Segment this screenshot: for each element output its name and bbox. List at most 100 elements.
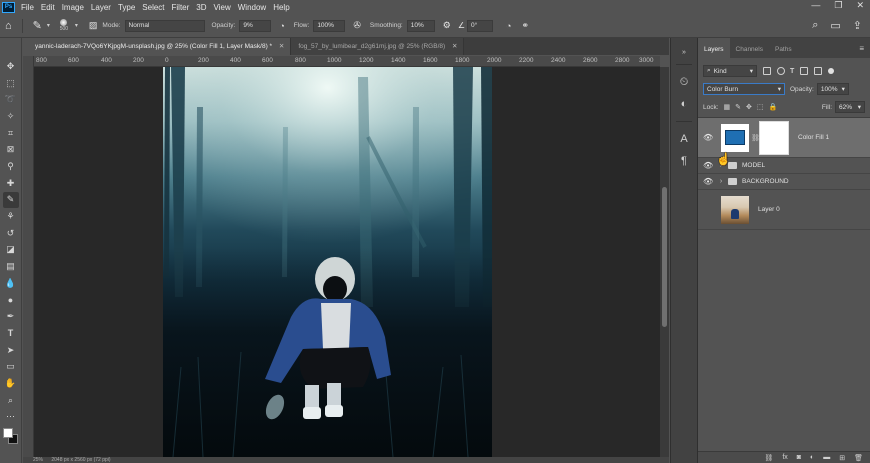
tab-paths[interactable]: Paths (769, 46, 798, 58)
fill-layer-thumbnail[interactable] (721, 123, 749, 152)
trash-icon[interactable]: 🗑 (854, 454, 863, 462)
workspace-icon[interactable]: ▭ (830, 19, 840, 32)
rectangle-tool-icon[interactable]: ▭ (3, 358, 19, 375)
lasso-tool-icon[interactable]: ➰ (3, 91, 19, 108)
airbrush-icon[interactable]: ✇ (353, 20, 361, 31)
canvas-area[interactable] (34, 67, 660, 457)
clone-stamp-tool-icon[interactable]: ⚘ (3, 208, 19, 225)
gradient-tool-icon[interactable]: ▤ (3, 258, 19, 275)
link-layers-icon[interactable]: ⛓ (764, 454, 773, 462)
pixel-filter-icon[interactable] (763, 67, 771, 75)
zoom-level[interactable]: 25% (33, 457, 43, 463)
chain-link-icon[interactable]: ⛓ (751, 134, 760, 142)
lock-image-icon[interactable]: ✎ (735, 103, 741, 111)
brush-tool-icon[interactable]: ✎ (2, 191, 19, 209)
dodge-tool-icon[interactable]: ● (3, 292, 19, 309)
menu-help[interactable]: Help (273, 3, 289, 12)
document-tab[interactable]: fog_57_by_lumibear_d2g61mj.jpg @ 25% (RG… (291, 38, 465, 55)
frame-tool-icon[interactable]: ⊠ (3, 141, 19, 158)
add-mask-icon[interactable]: ◙ (797, 454, 801, 461)
fx-icon[interactable]: fx (782, 454, 787, 461)
lock-artboard-icon[interactable]: ⬚ (757, 103, 764, 111)
eraser-tool-icon[interactable]: ◪ (3, 242, 19, 259)
brush-preset-picker[interactable]: 500 (56, 19, 72, 32)
menu-image[interactable]: Image (62, 3, 84, 12)
zoom-tool-icon[interactable]: ⌕ (3, 392, 19, 409)
chevron-down-icon[interactable]: ▾ (47, 22, 50, 29)
layer-name[interactable]: Layer 0 (758, 206, 780, 213)
type-filter-icon[interactable]: T (790, 68, 794, 75)
adjustments-panel-icon[interactable]: ◐ (675, 95, 693, 113)
gear-icon[interactable]: ⚙ (443, 20, 451, 31)
opacity-input[interactable]: 9% (239, 19, 272, 32)
layer-thumbnail[interactable] (721, 195, 749, 224)
history-panel-icon[interactable]: ⏲ (675, 73, 693, 91)
smoothing-input[interactable]: 10% (406, 19, 435, 32)
menu-3d[interactable]: 3D (196, 3, 206, 12)
layer-opacity-input[interactable]: 100% ▾ (816, 83, 849, 95)
minimize-button[interactable]: — (811, 0, 820, 11)
document-image[interactable] (163, 67, 492, 457)
foreground-color[interactable] (2, 428, 13, 439)
collapse-chevron-icon[interactable]: » (675, 48, 693, 56)
paragraph-panel-icon[interactable]: ¶ (675, 152, 693, 170)
pressure-opacity-icon[interactable]: ◔ (279, 21, 284, 31)
blur-tool-icon[interactable]: 💧 (3, 275, 19, 292)
menu-select[interactable]: Select (142, 3, 164, 12)
document-tab-active[interactable]: yannic-laderach-7VQo6YKjpgM-unsplash.jpg… (28, 38, 292, 55)
shape-filter-icon[interactable] (800, 67, 809, 75)
menu-layer[interactable]: Layer (91, 3, 111, 12)
path-selection-tool-icon[interactable]: ➤ (3, 342, 19, 359)
chevron-right-icon[interactable]: › (716, 178, 726, 185)
edit-toolbar-icon[interactable]: ⋯ (3, 408, 19, 425)
lock-transparent-icon[interactable]: ▦ (724, 103, 731, 111)
home-icon[interactable]: ⌂ (5, 20, 12, 32)
flow-input[interactable]: 100% (313, 19, 346, 32)
healing-brush-tool-icon[interactable]: ✚ (3, 175, 19, 192)
adjustment-filter-icon[interactable] (777, 67, 785, 75)
menu-view[interactable]: View (214, 3, 231, 12)
symmetry-icon[interactable]: ⚭ (521, 20, 529, 31)
angle-input[interactable]: 0° (467, 19, 493, 32)
marquee-tool-icon[interactable]: ⬚ (3, 75, 19, 92)
close-icon[interactable]: ✕ (279, 43, 284, 50)
menu-window[interactable]: Window (238, 3, 266, 12)
eye-icon[interactable]: 👁 (703, 177, 713, 186)
new-layer-icon[interactable]: ⊞ (839, 454, 845, 462)
eye-icon[interactable]: 👁 (703, 161, 713, 170)
history-brush-tool-icon[interactable]: ↺ (3, 225, 19, 242)
filter-toggle-icon[interactable] (828, 68, 835, 74)
color-swatches[interactable] (2, 428, 19, 446)
smart-object-filter-icon[interactable] (814, 67, 823, 75)
lock-all-icon[interactable]: 🔒 (769, 103, 778, 111)
eyedropper-tool-icon[interactable]: ⚲ (3, 158, 19, 175)
pen-tool-icon[interactable]: ✒ (3, 308, 19, 325)
layer-name[interactable]: Color Fill 1 (798, 134, 829, 141)
lock-position-icon[interactable]: ✥ (746, 103, 752, 111)
share-icon[interactable]: ⇪ (853, 19, 862, 32)
brush-settings-icon[interactable]: ▨ (89, 20, 98, 31)
menu-edit[interactable]: Edit (41, 3, 55, 12)
blend-mode-select[interactable]: Color Burn ▾ (703, 83, 785, 95)
layer-name[interactable]: MODEL (742, 162, 765, 169)
menu-filter[interactable]: Filter (172, 3, 190, 12)
menu-file[interactable]: File (21, 3, 34, 12)
chevron-down-icon[interactable]: ▾ (75, 22, 78, 29)
search-icon[interactable]: ⌕ (812, 19, 818, 32)
restore-button[interactable]: ❐ (834, 0, 842, 11)
layer-name[interactable]: BACKGROUND (742, 178, 789, 185)
move-tool-icon[interactable]: ✥ (3, 58, 19, 75)
vertical-scrollbar[interactable] (660, 67, 669, 457)
layer-mask-thumbnail[interactable] (759, 120, 789, 155)
pressure-size-icon[interactable]: ◔ (506, 21, 511, 31)
type-tool-icon[interactable]: T (3, 325, 19, 342)
eye-icon[interactable]: 👁 (703, 133, 713, 142)
menu-type[interactable]: Type (118, 3, 135, 12)
layer-row-background-group[interactable]: 👁 › BACKGROUND (698, 174, 870, 190)
kind-filter-select[interactable]: ⌕ Kind ▾ (703, 65, 757, 77)
adjustment-layer-icon[interactable]: ◐ (810, 454, 814, 461)
tab-channels[interactable]: Channels (730, 46, 769, 58)
new-group-icon[interactable]: ▬ (823, 454, 830, 461)
hand-tool-icon[interactable]: ✋ (3, 375, 19, 392)
eye-icon[interactable]: 👁 (703, 205, 713, 214)
